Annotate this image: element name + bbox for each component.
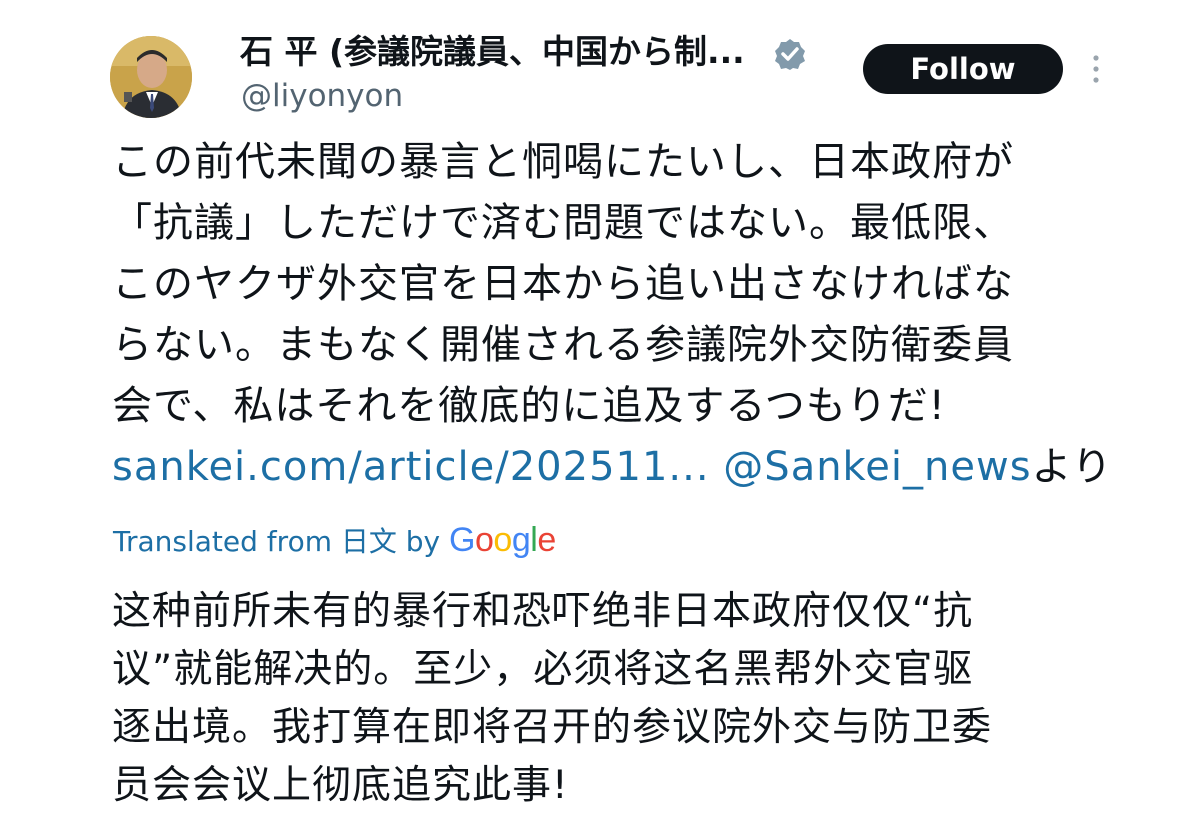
tweet-text-line: 会で、私はそれを徹底的に追及するつもりだ! — [112, 383, 946, 429]
tweet-text-line: らない。まもなく開催される参議院外交防衛委員 — [112, 322, 1014, 368]
translation-line: 员会会议上彻底追究此事! — [112, 763, 569, 808]
tweet-body: この前代未聞の暴言と恫喝にたいし、日本政府が 「抗議」しただけで済む問題ではない… — [112, 132, 1112, 498]
verified-badge-icon — [774, 38, 806, 70]
tweet-card: 石 平 (参議院議員、中国から制... @liyonyon Follow この前… — [0, 0, 1200, 830]
article-link[interactable]: sankei.com/article/202511... — [112, 444, 710, 490]
tweet-link-line: sankei.com/article/202511... @Sankei_new… — [112, 437, 1112, 498]
avatar-photo — [110, 36, 192, 118]
more-options-icon[interactable] — [1088, 52, 1104, 86]
translated-from-label[interactable]: Translated from 日文 by — [113, 525, 440, 558]
tweet-text-line: 「抗議」しただけで済む問題ではない。最低限、 — [112, 200, 1014, 246]
tweet-text-line: このヤクザ外交官を日本から追い出さなければな — [112, 261, 1014, 307]
mention-link[interactable]: @Sankei_news — [723, 444, 1031, 490]
translation-line: 议”就能解决的。至少，必须将这名黑帮外交官驱 — [112, 647, 974, 692]
translation-attribution: Translated from 日文 by Google — [113, 518, 556, 564]
mention-suffix: より — [1031, 444, 1113, 490]
display-name[interactable]: 石 平 (参議院議員、中国から制... — [240, 30, 745, 74]
handle[interactable]: @liyonyon — [241, 76, 403, 116]
google-logo: Google — [449, 521, 556, 559]
translation-line: 这种前所未有的暴行和恐吓绝非日本政府仅仅“抗 — [112, 589, 974, 634]
translated-text: 这种前所未有的暴行和恐吓绝非日本政府仅仅“抗 议”就能解决的。至少，必须将这名黑… — [112, 583, 1112, 815]
translation-line: 逐出境。我打算在即将召开的参议院外交与防卫委 — [112, 705, 993, 750]
tweet-text-line: この前代未聞の暴言と恫喝にたいし、日本政府が — [112, 139, 1014, 185]
follow-button[interactable]: Follow — [863, 44, 1063, 94]
avatar[interactable] — [110, 36, 192, 118]
